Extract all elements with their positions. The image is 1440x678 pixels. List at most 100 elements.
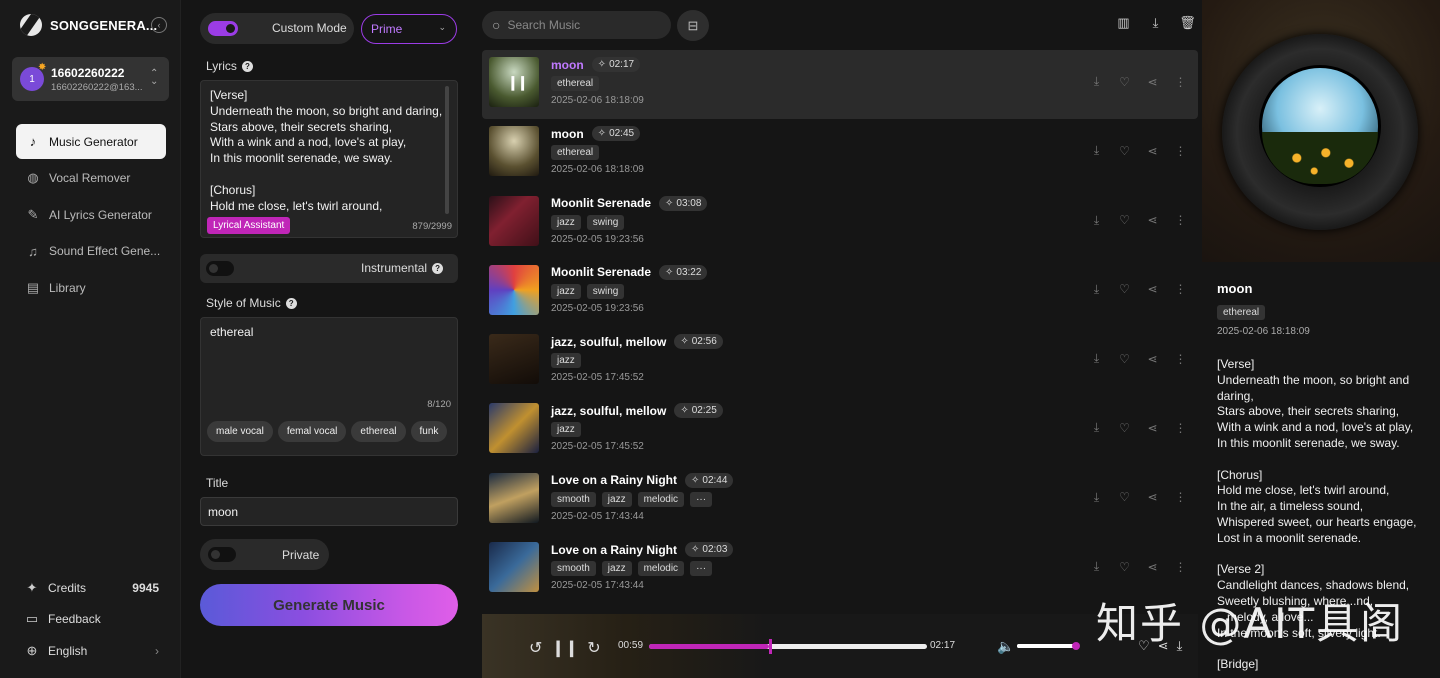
trash-icon[interactable]: 🗑: [1179, 15, 1196, 30]
nav-library[interactable]: ▤ Library: [16, 270, 166, 305]
song-tag[interactable]: swing: [586, 214, 625, 230]
song-thumbnail[interactable]: [489, 403, 539, 454]
song-tag[interactable]: swing: [586, 283, 625, 299]
filter-button[interactable]: ⊟: [677, 10, 709, 41]
instrumental-toggle[interactable]: [206, 261, 234, 276]
song-row[interactable]: Love on a Rainy Night ✧ 02:44 smooth jazz m…: [482, 466, 1198, 535]
download-icon[interactable]: ⤓: [1089, 351, 1104, 366]
brand-logo[interactable]: SONGGENERA...: [20, 14, 157, 36]
song-thumbnail[interactable]: [489, 542, 539, 593]
search-input[interactable]: Search Music: [507, 18, 580, 32]
download-icon[interactable]: ⤓: [1089, 282, 1104, 297]
credits-row[interactable]: ✦ Credits 9945: [24, 572, 159, 604]
style-chip[interactable]: femal vocal: [277, 421, 347, 442]
download-icon[interactable]: ⤓: [1089, 559, 1104, 574]
download-icon[interactable]: ⤓: [1089, 74, 1104, 89]
more-icon[interactable]: ⋮: [1173, 282, 1188, 297]
download-icon[interactable]: ⤓: [1089, 143, 1104, 158]
download-icon[interactable]: ⤓: [1089, 213, 1104, 228]
song-row[interactable]: moon ✧ 02:45 ethereal 2025-02-06 18:18:09…: [482, 119, 1198, 188]
nav-sound-effect-generator[interactable]: ♫ Sound Effect Gene...: [16, 234, 166, 269]
download-icon[interactable]: ⤓: [1089, 420, 1104, 435]
share-icon[interactable]: ⋖: [1145, 559, 1160, 574]
song-row[interactable]: Moonlit Serenade ✧ 03:08 jazz swing 2025-0…: [482, 189, 1198, 258]
download-icon[interactable]: ⤓: [1148, 15, 1163, 30]
custom-mode-toggle[interactable]: [208, 21, 238, 36]
collapse-sidebar-icon[interactable]: ‹: [151, 17, 167, 33]
share-icon[interactable]: ⋖: [1145, 143, 1160, 158]
song-tag[interactable]: melodic: [637, 561, 685, 577]
lyrics-scrollbar[interactable]: [445, 86, 449, 214]
heart-icon[interactable]: ♡: [1117, 282, 1132, 297]
share-icon[interactable]: ⋖: [1145, 351, 1160, 366]
song-row[interactable]: ❙❙ moon ✧ 02:17 ethereal 2025-02-06 18:18…: [482, 50, 1198, 120]
song-tag[interactable]: ···: [690, 561, 713, 577]
nav-vocal-remover[interactable]: ◍ Vocal Remover: [16, 161, 166, 196]
forward-icon[interactable]: ↻: [587, 638, 600, 658]
rewind-icon[interactable]: ↺: [529, 638, 542, 658]
share-icon[interactable]: ⋖: [1145, 213, 1160, 228]
song-tag[interactable]: melodic: [637, 491, 685, 507]
progress-handle[interactable]: [768, 639, 772, 654]
song-row[interactable]: jazz, soulful, mellow ✧ 02:25 jazz 2025-0…: [482, 396, 1198, 465]
song-tag[interactable]: jazz: [601, 491, 632, 507]
song-tag[interactable]: smooth: [551, 561, 596, 577]
feedback-link[interactable]: ▭ Feedback: [24, 604, 159, 636]
progress-bar[interactable]: [649, 639, 927, 654]
share-icon[interactable]: ⋖: [1145, 74, 1160, 89]
heart-icon[interactable]: ♡: [1117, 420, 1132, 435]
nav-music-generator[interactable]: ♪ Music Generator: [16, 124, 166, 159]
heart-icon[interactable]: ♡: [1117, 74, 1132, 89]
heart-icon[interactable]: ♡: [1117, 351, 1132, 366]
more-icon[interactable]: ⋮: [1173, 74, 1188, 89]
heart-icon[interactable]: ♡: [1117, 143, 1132, 158]
song-thumbnail[interactable]: [489, 472, 539, 523]
pause-icon[interactable]: ❙❙: [551, 638, 578, 658]
song-row[interactable]: Love on a Rainy Night ✧ 02:03 smooth jazz m…: [482, 535, 1198, 604]
style-chip[interactable]: funk: [410, 421, 448, 442]
help-icon[interactable]: ?: [241, 60, 253, 72]
download-icon[interactable]: ⤓: [1089, 490, 1104, 505]
more-icon[interactable]: ⋮: [1173, 351, 1188, 366]
song-thumbnail[interactable]: [489, 334, 539, 385]
song-thumbnail[interactable]: [489, 195, 539, 246]
model-select[interactable]: Prime ⌄: [361, 14, 457, 44]
volume-slider[interactable]: [1017, 642, 1080, 650]
generate-music-button[interactable]: Generate Music: [200, 584, 458, 626]
song-tag[interactable]: ethereal: [551, 145, 600, 161]
song-tag[interactable]: ethereal: [551, 76, 600, 91]
share-icon[interactable]: ⋖: [1145, 282, 1160, 297]
more-icon[interactable]: ⋮: [1173, 490, 1188, 505]
style-chip[interactable]: ethereal: [351, 421, 406, 442]
volume-handle[interactable]: [1072, 642, 1080, 650]
search-bar[interactable]: ○ Search Music: [482, 11, 671, 39]
more-icon[interactable]: ⋮: [1173, 143, 1188, 158]
song-row[interactable]: jazz, soulful, mellow ✧ 02:56 jazz 2025-0…: [482, 327, 1198, 396]
song-tag[interactable]: jazz: [551, 214, 581, 230]
private-toggle[interactable]: [208, 547, 236, 562]
title-input[interactable]: moon: [200, 497, 458, 526]
song-tag[interactable]: ···: [690, 491, 713, 507]
share-icon[interactable]: ⋖: [1145, 420, 1160, 435]
heart-icon[interactable]: ♡: [1117, 213, 1132, 228]
help-icon[interactable]: ?: [285, 297, 297, 309]
song-tag[interactable]: smooth: [551, 491, 596, 507]
lyrical-assistant-button[interactable]: Lyrical Assistant: [207, 217, 291, 234]
nav-ai-lyrics-generator[interactable]: ✎ AI Lyrics Generator: [16, 197, 166, 232]
song-thumbnail[interactable]: ❙❙: [489, 57, 539, 107]
help-icon[interactable]: ?: [432, 262, 444, 274]
language-selector[interactable]: ⊕ English ›: [24, 635, 159, 667]
song-tag[interactable]: jazz: [601, 561, 632, 577]
style-chip[interactable]: male vocal: [207, 421, 273, 442]
account-switcher[interactable]: 1 ✸ 16602260222 16602260222@163... ⌃ ⌄: [12, 57, 169, 101]
heart-icon[interactable]: ♡: [1117, 559, 1132, 574]
volume-icon[interactable]: 🔈: [997, 638, 1014, 655]
song-tag[interactable]: jazz: [551, 422, 581, 438]
song-thumbnail[interactable]: [489, 126, 539, 177]
lyrics-textarea[interactable]: [Verse] Underneath the moon, so bright a…: [200, 80, 458, 238]
more-icon[interactable]: ⋮: [1173, 420, 1188, 435]
more-icon[interactable]: ⋮: [1173, 213, 1188, 228]
song-tag[interactable]: jazz: [551, 353, 581, 369]
share-icon[interactable]: ⋖: [1145, 490, 1160, 505]
library-books-icon[interactable]: ▥: [1116, 15, 1131, 30]
